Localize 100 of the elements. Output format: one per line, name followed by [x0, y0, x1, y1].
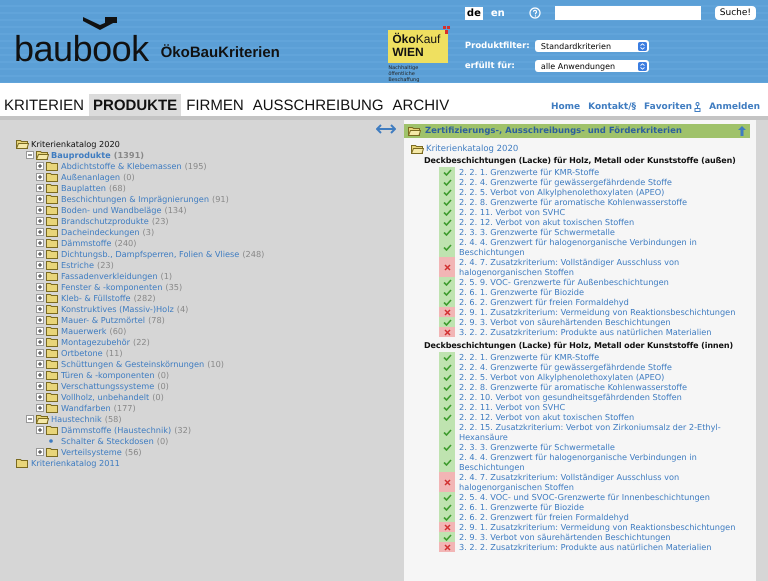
expand-toggle[interactable]	[36, 228, 44, 236]
expand-toggle[interactable]	[36, 238, 44, 246]
catalog-link[interactable]: Kriterienkatalog 2020	[426, 144, 518, 154]
expand-toggle[interactable]	[36, 272, 44, 280]
nav-tab[interactable]: KRITERIEN	[0, 94, 88, 116]
tree-item[interactable]: Dichtungsb., Dampfsperren, Folien & Vliese	[61, 248, 240, 258]
tree-item[interactable]: Boden- und Wandbeläge	[61, 204, 162, 214]
tree-item[interactable]: Schalter & Steckdosen	[61, 436, 154, 446]
tree-item[interactable]: Kriterienkatalog 2020	[31, 138, 120, 148]
expand-toggle[interactable]	[36, 360, 44, 368]
expand-toggle[interactable]	[36, 316, 44, 324]
nav-tab[interactable]: ARCHIV	[388, 94, 454, 116]
criterion-link[interactable]: 2. 4. 4. Grenzwert für halogenorganische Verbindungen in Beschichtungen	[459, 452, 739, 472]
tree-item[interactable]: Verschattungssysteme	[61, 380, 154, 390]
nav-tab[interactable]: FIRMEN	[182, 94, 248, 116]
tree-item[interactable]: Bauprodukte	[51, 150, 111, 160]
tree-item[interactable]: Abdichtstoffe & Klebemassen	[61, 160, 182, 170]
expand-toggle[interactable]	[36, 260, 44, 268]
language-link[interactable]: de	[464, 6, 483, 20]
criterion-link[interactable]: 2. 2. 10. Verbot von gesundheitsgefährdenden Stoffen	[459, 392, 739, 402]
nav-link[interactable]: Anmelden	[709, 102, 760, 112]
expand-toggle[interactable]	[36, 250, 44, 258]
criterion-link[interactable]: 2. 2. 8. Grenzwerte für aromatische Kohlenwasserstoffe	[459, 197, 739, 207]
expand-toggle[interactable]	[36, 184, 44, 192]
tree-item[interactable]: Ortbetone	[61, 348, 103, 358]
expand-toggle[interactable]	[36, 172, 44, 180]
criterion-link[interactable]: 2. 6. 1. Grenzwerte für Biozide	[459, 502, 739, 512]
tree-item[interactable]: Schüttungen & Gesteinskörnungen	[61, 358, 204, 368]
criterion-link[interactable]: 2. 5. 4. VOC- und SVOC-Grenzwerte für Innenbeschichtungen	[459, 492, 739, 502]
criterion-link[interactable]: 2. 2. 5. Verbot von Alkylphenolethoxylaten (APEO)	[459, 372, 739, 382]
tree-item[interactable]: Dacheindeckungen	[61, 226, 140, 236]
criterion-link[interactable]: 2. 9. 3. Verbot von säurehärtenden Beschichtungen	[459, 317, 739, 327]
expand-toggle[interactable]	[36, 382, 44, 390]
tree-item[interactable]: Dämmstoffe	[61, 238, 112, 248]
criterion-link[interactable]: 2. 2. 5. Verbot von Alkylphenolethoxylaten (APEO)	[459, 187, 739, 197]
tree-item[interactable]: Fassadenverkleidungen	[61, 270, 158, 280]
tree-item[interactable]: Wandfarben	[61, 402, 111, 412]
tree-item[interactable]: Kleb- & Füllstoffe	[61, 292, 131, 302]
criterion-link[interactable]: 2. 2. 4. Grenzwerte für gewässergefährdende Stoffe	[459, 362, 739, 372]
expand-toggle[interactable]	[36, 392, 44, 400]
tree-item[interactable]: Mauerwerk	[61, 326, 107, 336]
criterion-link[interactable]: 2. 2. 12. Verbot von akut toxischen Stoffen	[459, 217, 739, 227]
language-link[interactable]: en	[488, 6, 507, 20]
criterion-link[interactable]: 2. 6. 2. Grenzwert für freien Formaldehyd	[459, 512, 739, 522]
criterion-link[interactable]: 2. 9. 1. Zusatzkriterium: Vermeidung von Reaktionsbeschichtungen	[459, 522, 739, 532]
expand-toggle[interactable]	[36, 338, 44, 346]
criterion-link[interactable]: 2. 3. 3. Grenzwerte für Schwermetalle	[459, 442, 739, 452]
expand-toggle[interactable]	[36, 326, 44, 334]
criterion-link[interactable]: 2. 4. 7. Zusatzkriterium: Vollständiger Ausschluss von halogenorganischen Stoffen	[459, 472, 739, 492]
nav-link[interactable]: Kontakt/§	[588, 102, 636, 112]
search-button[interactable]: Suche!	[714, 6, 756, 20]
criterion-link[interactable]: 2. 2. 8. Grenzwerte für aromatische Kohlenwasserstoffe	[459, 382, 739, 392]
tree-item[interactable]: Türen & -komponenten	[61, 370, 155, 380]
expand-toggle[interactable]	[36, 162, 44, 170]
criterion-link[interactable]: 2. 3. 3. Grenzwerte für Schwermetalle	[459, 227, 739, 237]
criterion-link[interactable]: 2. 5. 9. VOC- Grenzwerte für Außenbeschichtungen	[459, 277, 739, 287]
criterion-link[interactable]: 2. 4. 7. Zusatzkriterium: Vollständiger Ausschluss von halogenorganischen Stoffen	[459, 257, 739, 277]
tree-item[interactable]: Vollholz, unbehandelt	[61, 392, 150, 402]
filter-select[interactable]: Standardkriterien	[534, 40, 649, 52]
expand-toggle[interactable]	[36, 348, 44, 356]
criterion-link[interactable]: 3. 2. 2. Zusatzkriterium: Produkte aus natürlichen Materialien	[459, 542, 739, 552]
expand-toggle[interactable]	[36, 404, 44, 412]
tree-item[interactable]: Fenster & -komponenten	[61, 282, 162, 292]
resize-arrows-icon[interactable]	[376, 124, 396, 134]
tree-item[interactable]: Montagezubehör	[61, 336, 130, 346]
tree-item[interactable]: Haustechnik	[51, 414, 102, 424]
tree-item[interactable]: Kriterienkatalog 2011	[31, 458, 120, 468]
tree-item[interactable]: Beschichtungen & Imprägnierungen	[61, 194, 210, 204]
criterion-link[interactable]: 2. 2. 11. Verbot von SVHC	[459, 402, 739, 412]
tree-item[interactable]: Mauer- & Putzmörtel	[61, 314, 146, 324]
criterion-link[interactable]: 2. 2. 4. Grenzwerte für gewässergefährdende Stoffe	[459, 177, 739, 187]
nav-tab[interactable]: PRODUKTE	[89, 94, 182, 116]
help-icon[interactable]	[528, 7, 541, 19]
criterion-link[interactable]: 2. 2. 15. Zusatzkriterium: Verbot von Zirkoniumsalz der 2-Ethyl-Hexansäure	[459, 422, 739, 442]
criterion-link[interactable]: 3. 2. 2. Zusatzkriterium: Produkte aus natürlichen Materialien	[459, 327, 739, 337]
dropdown-arrows-icon[interactable]	[638, 62, 647, 70]
collapse-toggle[interactable]	[26, 414, 34, 422]
criterion-link[interactable]: 2. 2. 12. Verbot von akut toxischen Stoffen	[459, 412, 739, 422]
expand-toggle[interactable]	[36, 294, 44, 302]
criterion-link[interactable]: 2. 2. 1. Grenzwerte für KMR-Stoffe	[459, 352, 739, 362]
collapse-toggle[interactable]	[26, 150, 34, 158]
expand-toggle[interactable]	[36, 370, 44, 378]
nav-link[interactable]: Home	[550, 102, 580, 112]
expand-toggle[interactable]	[36, 448, 44, 456]
nav-link[interactable]: Favoriten	[644, 102, 702, 112]
expand-toggle[interactable]	[36, 304, 44, 312]
criterion-link[interactable]: 2. 4. 4. Grenzwert für halogenorganische Verbindungen in Beschichtungen	[459, 237, 739, 257]
expand-toggle[interactable]	[36, 216, 44, 224]
tree-item[interactable]: Dämmstoffe (Haustechnik)	[61, 424, 172, 434]
expand-toggle[interactable]	[36, 426, 44, 434]
tree-item[interactable]: Estriche	[61, 260, 94, 270]
expand-toggle[interactable]	[36, 206, 44, 214]
tree-item[interactable]: Konstruktives (Massiv-)Holz	[61, 304, 174, 314]
search-field[interactable]	[554, 6, 701, 20]
tree-item[interactable]: Brandschutzprodukte	[61, 216, 149, 226]
criterion-link[interactable]: 2. 2. 1. Grenzwerte für KMR-Stoffe	[459, 167, 739, 177]
criterion-link[interactable]: 2. 6. 1. Grenzwerte für Biozide	[459, 287, 739, 297]
criterion-link[interactable]: 2. 9. 3. Verbot von säurehärtenden Beschichtungen	[459, 532, 739, 542]
filter-select[interactable]: alle Anwendungen	[534, 60, 649, 72]
expand-toggle[interactable]	[36, 282, 44, 290]
